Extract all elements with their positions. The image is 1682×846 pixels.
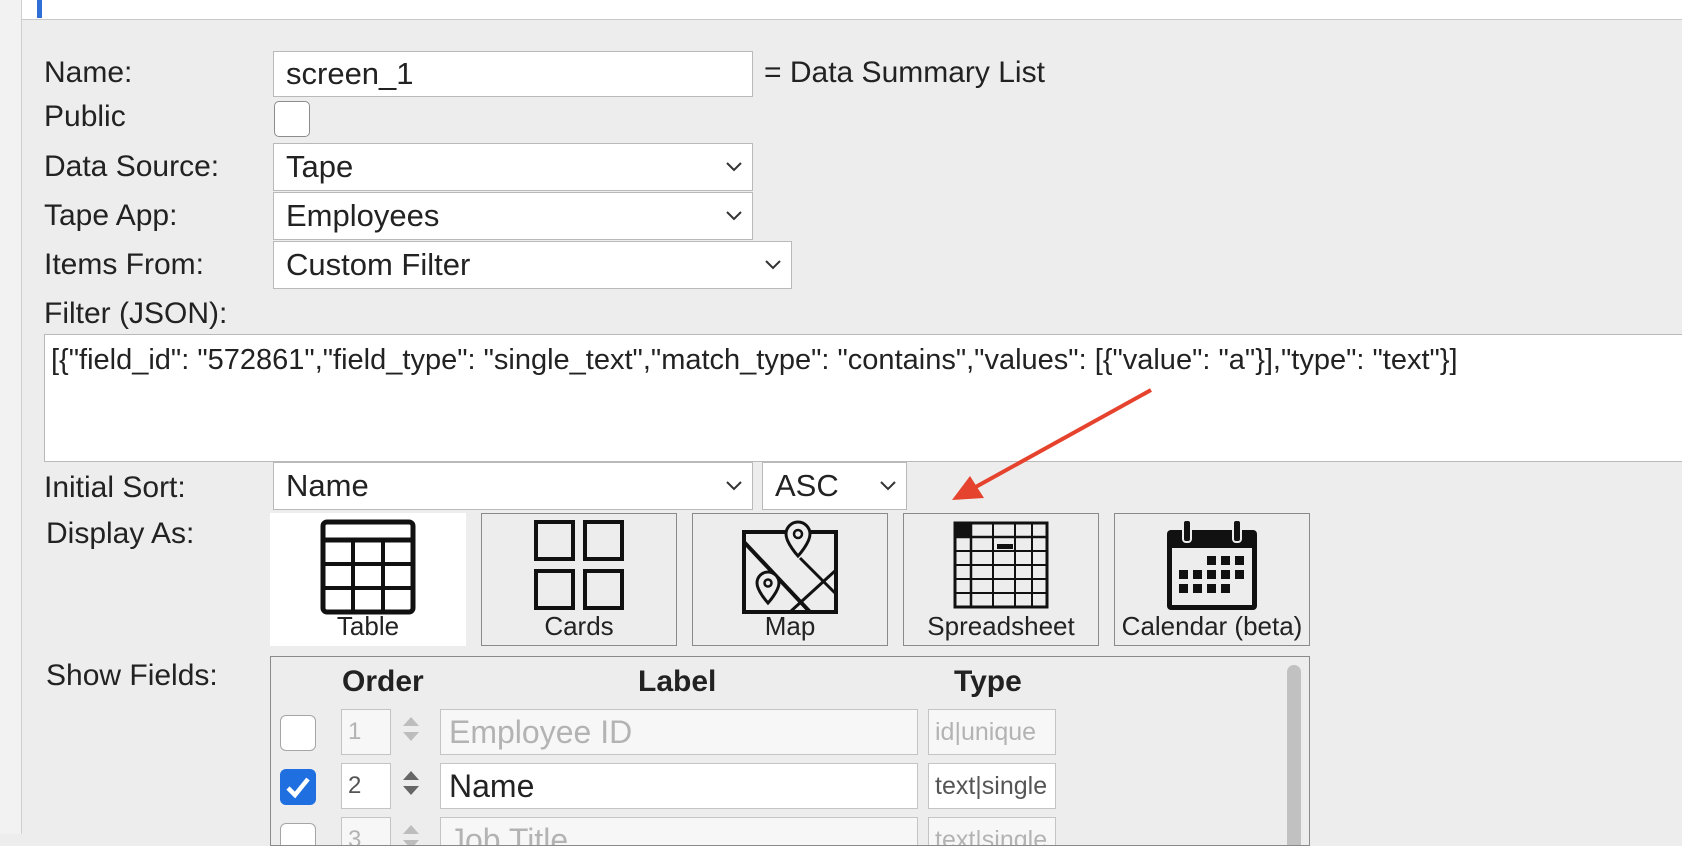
display-calendar-label: Calendar (beta) [1121,611,1303,641]
public-label: Public [44,100,126,133]
initial-sort-label: Initial Sort: [44,471,186,504]
show-fields-label: Show Fields: [46,659,218,692]
column-header-label: Label [638,665,717,698]
sort-stepper-icon[interactable] [401,768,421,798]
order-input[interactable]: 3 [341,817,391,845]
initial-sort-field-value: Name [286,468,369,503]
tape-app-value: Employees [286,198,440,233]
data-source-value: Tape [286,149,354,184]
show-fields-table: Order Label Type 1 Employee ID id|unique… [270,656,1310,846]
display-spreadsheet-label: Spreadsheet [927,611,1075,641]
table-icon [320,519,416,615]
map-icon [742,520,838,614]
top-accent-bar [37,0,42,18]
order-input[interactable]: 2 [341,763,391,809]
tape-app-label: Tape App: [44,199,178,232]
initial-sort-field-select[interactable]: Name [273,462,753,510]
label-input[interactable]: Employee ID [440,709,918,755]
checkmark-icon [285,777,310,798]
chevron-down-icon [726,162,742,172]
type-field: text|single [928,817,1056,845]
type-field: id|unique [928,709,1056,755]
label-input[interactable]: Job Title [440,817,918,845]
calendar-icon [1167,519,1257,610]
items-from-label: Items From: [44,248,205,281]
chevron-down-icon [726,481,742,491]
left-rail [0,0,22,834]
spreadsheet-icon [953,521,1049,609]
tape-app-select[interactable]: Employees [273,192,753,240]
data-source-label: Data Source: [44,150,220,183]
row-checkbox[interactable] [280,769,316,805]
chevron-down-icon [726,211,742,221]
initial-sort-direction-value: ASC [775,468,839,503]
sort-stepper-icon[interactable] [401,714,421,744]
display-calendar-button[interactable]: Calendar (beta) [1114,513,1310,646]
display-spreadsheet-button[interactable]: Spreadsheet [903,513,1099,646]
top-panel-edge [22,0,1682,20]
column-header-order: Order [342,665,424,698]
order-input[interactable]: 1 [341,709,391,755]
items-from-select[interactable]: Custom Filter [273,241,792,289]
filter-json-textarea[interactable]: [{"field_id": "572861","field_type": "si… [44,334,1682,462]
chevron-down-icon [765,260,781,270]
name-label: Name: [44,56,133,89]
scrollbar-thumb[interactable] [1287,665,1301,845]
initial-sort-direction-select[interactable]: ASC [762,462,907,510]
name-suffix: = Data Summary List [764,56,1045,89]
filter-json-label: Filter (JSON): [44,297,228,330]
display-cards-button[interactable]: Cards [481,513,677,646]
public-checkbox[interactable] [274,101,310,137]
type-field: text|single [928,763,1056,809]
data-source-select[interactable]: Tape [273,143,753,191]
row-checkbox[interactable] [280,823,316,845]
chevron-down-icon [880,481,896,491]
items-from-value: Custom Filter [286,247,471,282]
name-input[interactable]: screen_1 [273,51,753,97]
display-table-button[interactable]: Table [270,513,466,646]
sort-stepper-icon[interactable] [401,822,421,846]
display-as-label: Display As: [46,517,195,550]
name-input-value: screen_1 [286,56,414,91]
cards-icon [534,520,624,610]
column-header-type: Type [954,665,1022,698]
row-checkbox[interactable] [280,715,316,751]
display-map-button[interactable]: Map [692,513,888,646]
label-input[interactable]: Name [440,763,918,809]
display-cards-label: Cards [544,611,614,641]
